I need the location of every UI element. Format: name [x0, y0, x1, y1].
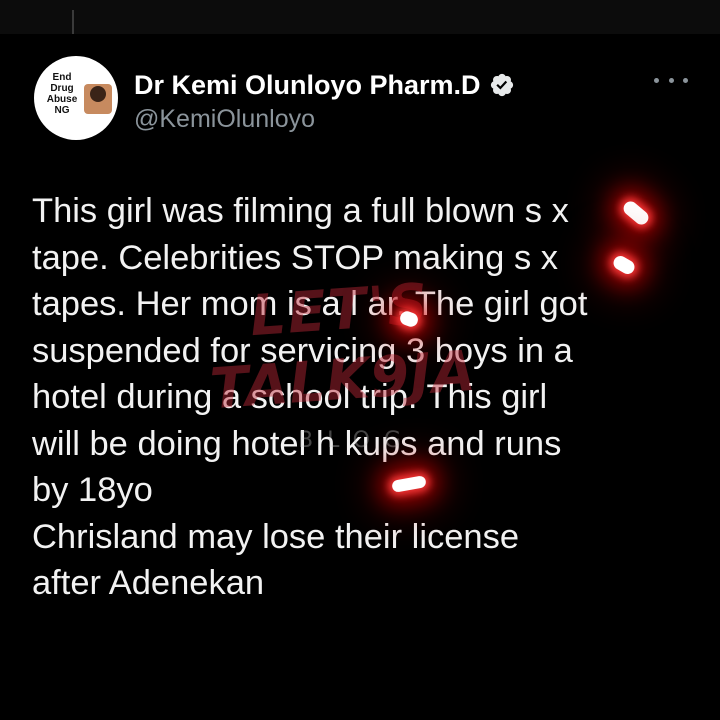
tweet-line: will be doing hotel h kups and runs — [32, 424, 562, 463]
more-options-icon[interactable] — [654, 70, 688, 90]
tweet-line: This girl was filming a full blown s x — [32, 192, 569, 230]
top-bar — [0, 0, 720, 46]
more-dot — [683, 77, 688, 83]
verified-badge-icon — [490, 73, 513, 97]
tweet-line: tape. Celebrities STOP making s x — [32, 238, 559, 277]
avatar-logo-text: End Drug Abuse NG — [46, 72, 78, 116]
tweet-line: Chrisland may lose their license — [32, 517, 520, 556]
tweet-line: tapes. Her mom is a l ar. The girl got — [32, 285, 588, 323]
more-dot — [654, 77, 659, 83]
avatar-photo — [84, 84, 112, 114]
tweet-line: hotel during a school trip. This girl — [32, 378, 548, 416]
author-display-name[interactable]: Dr Kemi Olunloyo Pharm.D — [134, 69, 481, 101]
tweet-line: by 18yo — [32, 471, 153, 509]
tweet-line: suspended for servicing 3 boys in a — [32, 331, 573, 370]
author-handle[interactable]: @KemiOlunloyo — [134, 104, 315, 134]
author-row: Dr Kemi Olunloyo Pharm.D — [134, 68, 515, 102]
more-dot — [668, 77, 674, 83]
tweet-line: after Adenekan — [32, 564, 265, 602]
tweet-text: This girl was filming a full blown s x t… — [32, 188, 697, 607]
avatar[interactable]: End Drug Abuse NG — [34, 56, 118, 140]
